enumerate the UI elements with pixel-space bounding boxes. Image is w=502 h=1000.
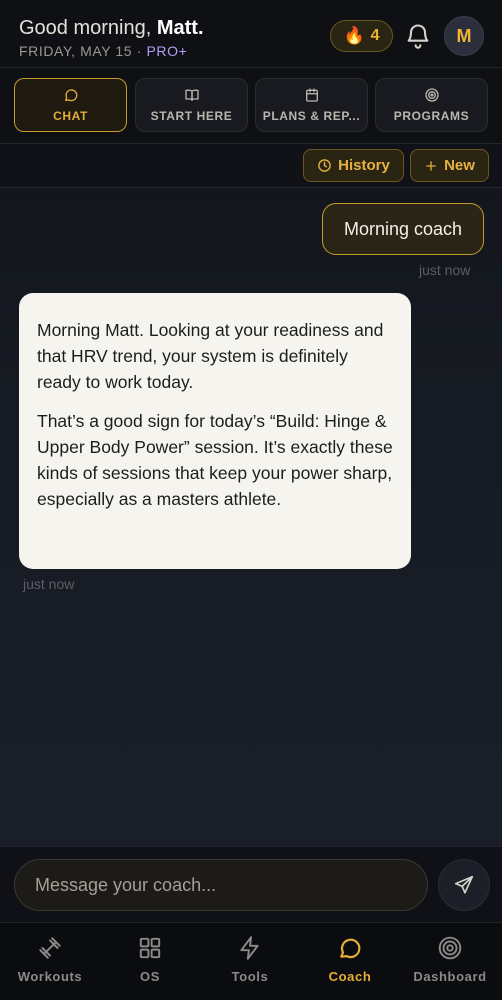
- user-message: Morning coach: [322, 203, 484, 255]
- history-button[interactable]: History: [303, 149, 404, 182]
- new-label: New: [444, 157, 475, 174]
- dumbbell-icon: [39, 937, 61, 959]
- avatar[interactable]: M: [444, 16, 484, 56]
- greeting: Good morning, Matt.: [19, 17, 204, 40]
- bell-icon: [407, 24, 429, 49]
- nav-tools[interactable]: Tools: [200, 935, 300, 984]
- tab-plans-reports[interactable]: PLANS & REP...: [255, 78, 368, 132]
- book-icon: [184, 89, 199, 101]
- coach-message-timestamp: just now: [23, 576, 75, 592]
- tab-programs[interactable]: PROGRAMS: [375, 78, 488, 132]
- tab-start-here[interactable]: START HERE: [135, 78, 248, 132]
- user-message-timestamp: just now: [419, 262, 471, 278]
- streak-badge[interactable]: 🔥 4: [330, 20, 393, 52]
- new-chat-button[interactable]: New: [410, 149, 489, 182]
- app-header: Good morning, Matt. FRIDAY, MAY 15 · PRO…: [0, 0, 502, 68]
- chat-action-bar: History New: [0, 144, 502, 188]
- plus-icon: [426, 160, 436, 171]
- user-name: Matt.: [156, 17, 204, 39]
- nav-workouts[interactable]: Workouts: [0, 935, 100, 984]
- lightning-icon: [240, 936, 259, 960]
- message-composer: [0, 846, 502, 922]
- separator: ·: [136, 43, 142, 59]
- coach-message: Morning Matt. Looking at your readiness …: [19, 293, 411, 569]
- chat-bubble-icon: [64, 89, 77, 102]
- nav-label: Workouts: [17, 969, 83, 984]
- plan-badge: PRO+: [146, 43, 188, 59]
- calendar-icon: [305, 88, 318, 102]
- nav-dashboard[interactable]: Dashboard: [400, 935, 500, 984]
- notifications-button[interactable]: [404, 22, 432, 50]
- send-button[interactable]: [438, 859, 490, 911]
- bottom-navigation: Workouts OS Tools Coach Dashboard: [0, 922, 502, 1000]
- avatar-initial: M: [456, 25, 472, 46]
- target-icon: [438, 936, 462, 960]
- user-message-text: Morning coach: [343, 218, 463, 239]
- nav-label: Coach: [328, 969, 372, 984]
- tab-chat[interactable]: CHAT: [14, 78, 127, 132]
- date-text: FRIDAY, MAY 15: [19, 43, 133, 59]
- send-icon: [454, 875, 474, 894]
- nav-label: OS: [140, 969, 160, 984]
- coach-message-paragraph: That’s a good sign for today’s “Build: H…: [37, 411, 393, 509]
- greeting-prefix: Good morning,: [19, 17, 152, 39]
- clock-icon: [318, 159, 331, 172]
- nav-label: Tools: [231, 969, 269, 984]
- section-tabs: CHAT START HERE PLANS & REP... PROGRAMS: [0, 68, 502, 144]
- streak-count: 4: [370, 27, 380, 44]
- tab-label: PLANS & REP...: [262, 109, 361, 123]
- coach-message-paragraph: Morning Matt. Looking at your readiness …: [37, 320, 384, 392]
- chat-bubble-icon: [340, 938, 361, 959]
- tab-label: CHAT: [53, 109, 88, 123]
- message-input[interactable]: [14, 859, 428, 911]
- flame-icon: 🔥: [343, 26, 365, 45]
- nav-label: Dashboard: [413, 969, 487, 984]
- tab-label: PROGRAMS: [393, 109, 470, 123]
- date-line: FRIDAY, MAY 15 · PRO+: [19, 43, 187, 59]
- grid-icon: [139, 937, 161, 959]
- target-icon: [424, 88, 439, 102]
- tab-label: START HERE: [150, 109, 233, 123]
- nav-coach[interactable]: Coach: [300, 935, 400, 984]
- history-label: History: [338, 157, 390, 174]
- nav-os[interactable]: OS: [100, 935, 200, 984]
